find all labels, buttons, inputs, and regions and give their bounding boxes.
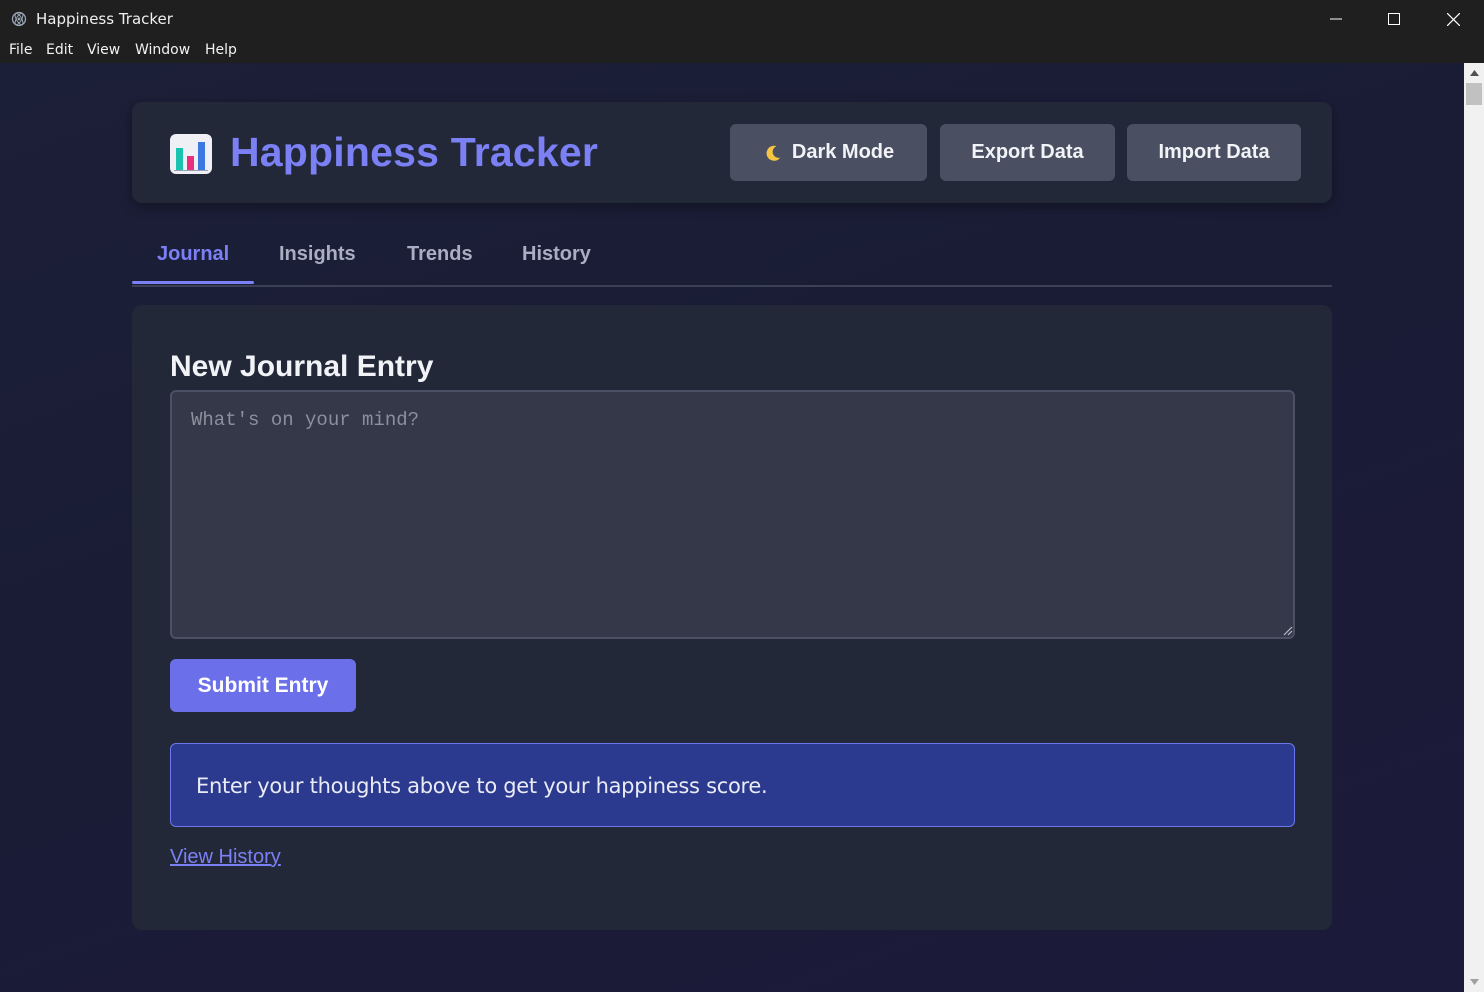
app-title: Happiness Tracker (230, 129, 599, 175)
maximize-button[interactable] (1365, 0, 1423, 38)
submit-entry-button[interactable]: Submit Entry (170, 659, 356, 712)
dark-mode-button[interactable]: Dark Mode (730, 124, 927, 181)
happiness-score-info-box: Enter your thoughts above to get your ha… (170, 743, 1295, 827)
app-viewport: Happiness Tracker Dark Mode Export Data … (0, 63, 1464, 992)
tab-bar: Journal Insights Trends History (132, 221, 1332, 287)
menu-bar: File Edit View Window Help (0, 38, 1484, 63)
import-data-button[interactable]: Import Data (1127, 124, 1301, 181)
moon-icon (766, 145, 781, 161)
minimize-button[interactable] (1307, 0, 1365, 38)
maximize-icon (1388, 13, 1400, 25)
scroll-up-button[interactable] (1464, 63, 1484, 83)
export-data-button[interactable]: Export Data (940, 124, 1115, 181)
close-icon (1446, 12, 1460, 26)
vertical-scrollbar[interactable] (1464, 63, 1484, 992)
journal-entry-heading: New Journal Entry (170, 350, 434, 383)
minimize-icon (1330, 18, 1342, 20)
scroll-down-button[interactable] (1464, 972, 1484, 992)
menu-window[interactable]: Window (135, 42, 190, 58)
tab-trends[interactable]: Trends (407, 243, 473, 266)
tab-insights[interactable]: Insights (279, 243, 356, 266)
close-button[interactable] (1424, 0, 1482, 38)
app-logo-icon (11, 11, 27, 27)
scroll-thumb[interactable] (1466, 83, 1482, 105)
menu-edit[interactable]: Edit (46, 42, 73, 58)
menu-file[interactable]: File (9, 42, 32, 58)
header-card: Happiness Tracker Dark Mode Export Data … (132, 102, 1332, 203)
journal-card: New Journal Entry Submit Entry Enter you… (132, 305, 1332, 930)
scroll-down-arrow-icon (1469, 979, 1479, 985)
journal-entry-textarea[interactable] (170, 390, 1295, 639)
dark-mode-label: Dark Mode (791, 141, 895, 163)
menu-help[interactable]: Help (205, 42, 237, 58)
menu-view[interactable]: View (87, 42, 120, 58)
bar-chart-icon (170, 134, 212, 174)
window-titlebar: Happiness Tracker (0, 0, 1484, 38)
tab-history[interactable]: History (522, 243, 591, 266)
resize-grip-icon[interactable] (1282, 625, 1293, 636)
scroll-up-arrow-icon (1469, 70, 1479, 76)
window-title: Happiness Tracker (36, 10, 173, 28)
info-message: Enter your thoughts above to get your ha… (196, 774, 768, 798)
tab-journal[interactable]: Journal (157, 243, 229, 266)
active-tab-indicator (132, 281, 254, 284)
view-history-link[interactable]: View History (170, 846, 281, 869)
